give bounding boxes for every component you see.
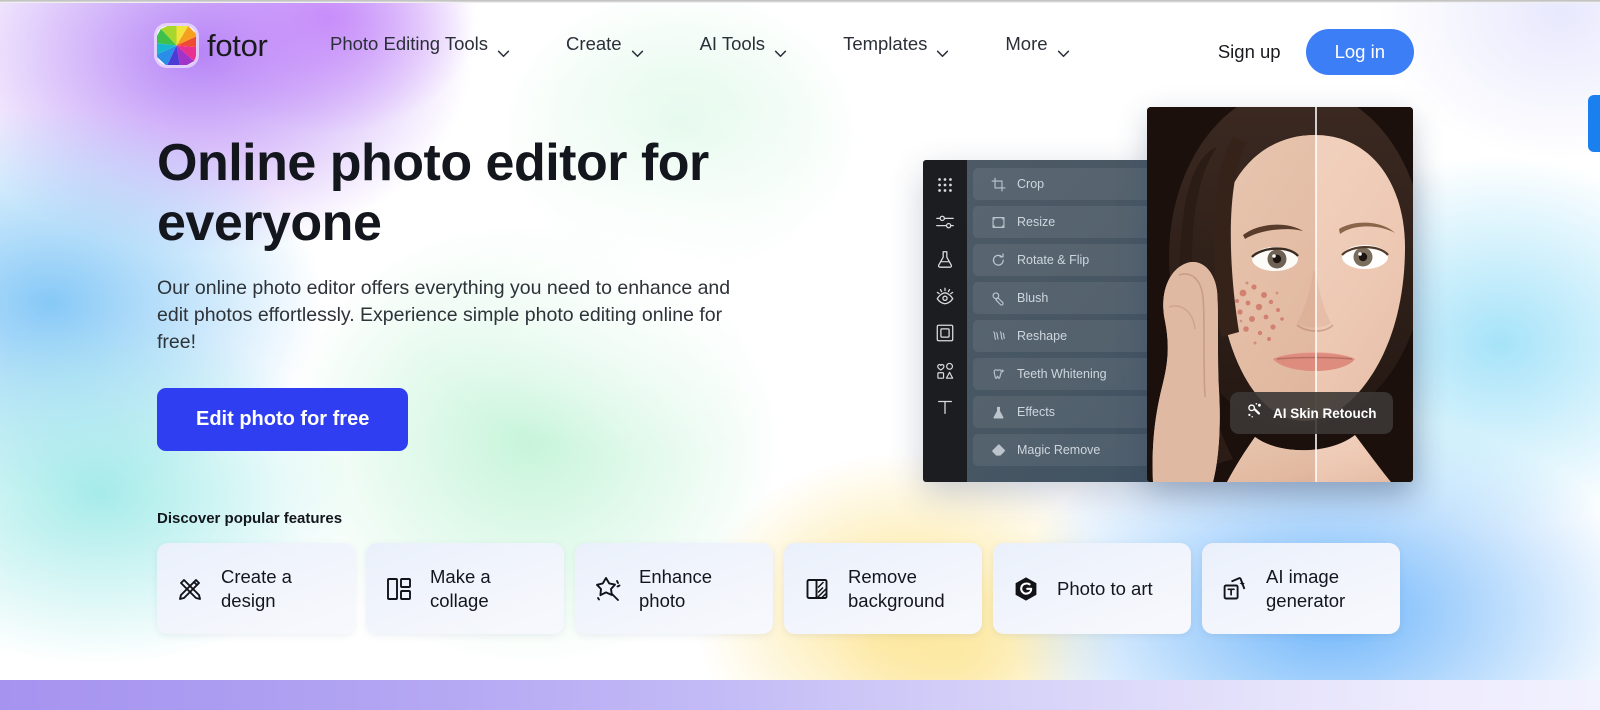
- nav-item-templates[interactable]: Templates: [843, 27, 977, 61]
- editor-menu-label: Resize: [1017, 215, 1055, 229]
- edit-photo-for-free-button[interactable]: Edit photo for free: [157, 388, 408, 451]
- feature-card-ai-image-generator[interactable]: AI image generator: [1202, 543, 1400, 634]
- browser-top-edge: [0, 0, 1600, 3]
- editor-menu-label: Rotate & Flip: [1017, 253, 1089, 267]
- feature-label: AI image generator: [1266, 565, 1345, 613]
- page-title: Online photo editor for everyone: [157, 133, 777, 253]
- feature-card-photo-to-art[interactable]: Photo to art: [993, 543, 1191, 634]
- nav-label: Templates: [843, 33, 927, 55]
- feature-card-create-a-design[interactable]: Create a design: [157, 543, 355, 634]
- reshape-icon: [991, 329, 1006, 344]
- chevron-down-icon: [936, 41, 949, 49]
- resize-icon: [991, 215, 1006, 230]
- eye-retouch-icon[interactable]: [934, 285, 956, 307]
- pencil-ruler-icon: [175, 574, 205, 604]
- feature-card-remove-background[interactable]: Remove background: [784, 543, 982, 634]
- feature-label: Enhance photo: [639, 565, 712, 613]
- nav-item-ai-tools[interactable]: AI Tools: [700, 27, 815, 61]
- log-in-button[interactable]: Log in: [1306, 29, 1414, 75]
- chevron-down-icon: [631, 41, 644, 49]
- nav-label: More: [1005, 33, 1047, 55]
- adjust-sliders-icon[interactable]: [934, 211, 956, 233]
- fotor-landing-page: fotor Photo Editing Tools Create AI Tool…: [0, 0, 1600, 710]
- feature-label: Remove background: [848, 565, 945, 613]
- feature-label: Photo to art: [1057, 577, 1153, 601]
- grid-dots-icon[interactable]: [934, 174, 956, 196]
- tooth-sparkle-icon: [991, 367, 1006, 382]
- bottom-gradient-band: [0, 680, 1600, 710]
- logo-wordmark: fotor: [207, 28, 268, 64]
- collage-layout-icon: [384, 574, 414, 604]
- editor-menu-label: Blush: [1017, 291, 1048, 305]
- sign-up-link[interactable]: Sign up: [1218, 41, 1281, 63]
- right-edge-tab[interactable]: [1588, 95, 1600, 152]
- fotor-pinwheel-logo: [157, 26, 196, 65]
- nav-label: AI Tools: [700, 33, 765, 55]
- hero-section: Online photo editor for everyone Our onl…: [157, 133, 777, 451]
- feature-card-row: Create a design Make a collage: [157, 543, 1400, 634]
- hexagon-art-icon: [1011, 574, 1041, 604]
- popular-features-section: Discover popular features Create a desig…: [157, 510, 1400, 634]
- feature-card-enhance-photo[interactable]: Enhance photo: [575, 543, 773, 634]
- editor-menu-label: Reshape: [1017, 329, 1067, 343]
- magic-wand-sparkle-icon: [593, 574, 623, 604]
- flask-icon[interactable]: [934, 248, 956, 270]
- ai-image-cards-icon: [1220, 574, 1250, 604]
- logo[interactable]: fotor: [157, 26, 268, 65]
- chevron-down-icon: [1057, 41, 1070, 49]
- auth-actions: Sign up Log in: [1218, 29, 1414, 75]
- ai-skin-retouch-tooltip[interactable]: AI Skin Retouch: [1230, 392, 1393, 434]
- editor-menu-label: Magic Remove: [1017, 443, 1100, 457]
- feature-label: Make a collage: [430, 565, 491, 613]
- crop-icon: [991, 177, 1006, 192]
- editor-menu-label: Teeth Whitening: [1017, 367, 1107, 381]
- frame-icon[interactable]: [934, 322, 956, 344]
- tooltip-label: AI Skin Retouch: [1273, 406, 1377, 421]
- site-header: fotor Photo Editing Tools Create AI Tool…: [0, 3, 1600, 83]
- ai-skin-retouch-icon: [1246, 402, 1263, 424]
- text-icon[interactable]: [934, 396, 956, 418]
- editor-tool-rail: [923, 160, 967, 482]
- nav-label: Photo Editing Tools: [330, 33, 488, 55]
- editor-menu-label: Effects: [1017, 405, 1055, 419]
- rotate-icon: [991, 253, 1006, 268]
- nav-label: Create: [566, 33, 622, 55]
- feature-label: Create a design: [221, 565, 292, 613]
- nav-item-create[interactable]: Create: [566, 27, 672, 61]
- effects-icon: [991, 405, 1006, 420]
- main-nav: Photo Editing Tools Create AI Tools Temp…: [330, 27, 1126, 61]
- eraser-icon: [991, 443, 1006, 458]
- editor-menu-label: Crop: [1017, 177, 1044, 191]
- nav-item-more[interactable]: More: [1005, 27, 1097, 61]
- chevron-down-icon: [497, 41, 510, 49]
- remove-background-icon: [802, 574, 832, 604]
- shapes-icon[interactable]: [934, 359, 956, 381]
- feature-card-make-a-collage[interactable]: Make a collage: [366, 543, 564, 634]
- nav-item-photo-editing-tools[interactable]: Photo Editing Tools: [330, 27, 538, 61]
- blush-icon: [991, 291, 1006, 306]
- chevron-down-icon: [774, 41, 787, 49]
- hero-subtitle: Our online photo editor offers everythin…: [157, 275, 742, 356]
- features-heading: Discover popular features: [157, 510, 1400, 527]
